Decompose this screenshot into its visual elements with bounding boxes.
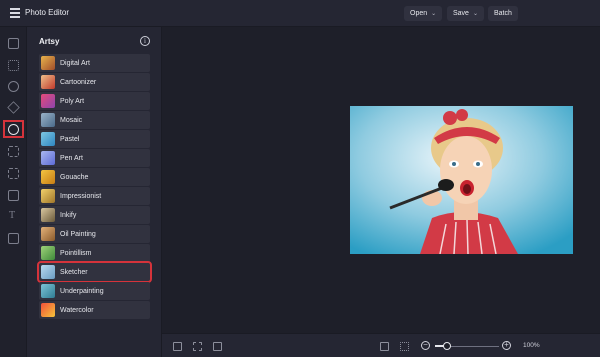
- impressionist-thumbnail: [41, 189, 55, 203]
- effect-item-digital-art[interactable]: Digital Art: [39, 54, 150, 72]
- compare-icon[interactable]: [193, 342, 202, 351]
- overlay-tool-icon[interactable]: [8, 146, 19, 157]
- effect-item-impressionist[interactable]: Impressionist: [39, 187, 150, 205]
- inkify-thumbnail: [41, 208, 55, 222]
- artsy-tool-highlight: [3, 120, 24, 138]
- effect-item-pointillism[interactable]: Pointillism: [39, 244, 150, 262]
- pointillism-thumbnail: [41, 246, 55, 260]
- info-icon[interactable]: i: [140, 36, 150, 46]
- chevron-down-icon: ⌄: [472, 11, 478, 17]
- underpainting-thumbnail: [41, 284, 55, 298]
- woman-applying-makeup-image: [350, 106, 573, 254]
- zoom-level: 100%: [523, 342, 540, 349]
- effect-item-underpainting[interactable]: Underpainting: [39, 282, 150, 300]
- save-button-label: Save: [453, 10, 469, 17]
- photo-editor-app: Photo Editor Open ⌄ Save ⌄ Batch T Artsy i: [0, 0, 600, 357]
- effect-label: Underpainting: [60, 287, 104, 295]
- watercolor-thumbnail: [41, 303, 55, 317]
- zoom-out-icon[interactable]: −: [421, 341, 430, 350]
- effect-item-sketcher[interactable]: Sketcher: [37, 261, 152, 283]
- effect-item-pen-art[interactable]: Pen Art: [39, 149, 150, 167]
- effects-list: Digital Art Cartoonizer Poly Art Mosaic …: [37, 54, 152, 320]
- layers-icon[interactable]: [173, 342, 182, 351]
- batch-button-label: Batch: [494, 10, 512, 17]
- effect-label: Mosaic: [60, 116, 83, 124]
- hamburger-menu-icon[interactable]: [10, 8, 20, 18]
- effect-item-pastel[interactable]: Pastel: [39, 130, 150, 148]
- fit-screen-icon[interactable]: [380, 342, 389, 351]
- zoom-in-icon[interactable]: +: [502, 341, 511, 350]
- fullscreen-icon[interactable]: [400, 342, 409, 351]
- effect-item-watercolor[interactable]: Watercolor: [39, 301, 150, 319]
- touch-up-tool-icon[interactable]: [7, 101, 20, 114]
- layers-tool-icon[interactable]: [8, 233, 19, 244]
- canvas-photo[interactable]: [350, 106, 573, 254]
- save-button[interactable]: Save ⌄: [447, 6, 484, 21]
- poly-art-thumbnail: [41, 94, 55, 108]
- open-button[interactable]: Open ⌄: [404, 6, 443, 21]
- effect-label: Inkify: [60, 211, 77, 219]
- batch-button[interactable]: Batch: [488, 6, 518, 21]
- effect-item-cartoonizer[interactable]: Cartoonizer: [39, 73, 150, 91]
- adjust-tool-icon[interactable]: [8, 60, 19, 71]
- tool-rail: T: [0, 27, 27, 357]
- frames-tool-icon[interactable]: [8, 168, 19, 179]
- artsy-panel: Artsy i Digital Art Cartoonizer Poly Art…: [27, 27, 162, 357]
- effect-label: Pastel: [60, 135, 80, 143]
- effect-item-gouache[interactable]: Gouache: [39, 168, 150, 186]
- effect-label: Cartoonizer: [60, 78, 97, 86]
- effect-label: Pen Art: [60, 154, 83, 162]
- pastel-thumbnail: [41, 132, 55, 146]
- bottom-toolbar: − + 100%: [162, 333, 600, 357]
- effect-label: Gouache: [60, 173, 89, 181]
- top-bar: Photo Editor Open ⌄ Save ⌄ Batch: [0, 0, 600, 27]
- crop-tool-icon[interactable]: [8, 38, 19, 49]
- effect-item-inkify[interactable]: Inkify: [39, 206, 150, 224]
- oil-painting-thumbnail: [41, 227, 55, 241]
- grid-icon[interactable]: [213, 342, 222, 351]
- zoom-slider-handle[interactable]: [443, 342, 451, 350]
- open-button-label: Open: [410, 10, 428, 17]
- gouache-thumbnail: [41, 170, 55, 184]
- app-title: Photo Editor: [25, 8, 70, 17]
- effect-label: Poly Art: [60, 97, 85, 105]
- effect-label: Impressionist: [60, 192, 102, 200]
- effect-label: Oil Painting: [60, 230, 96, 238]
- effect-label: Sketcher: [60, 268, 88, 276]
- effect-item-oil-painting[interactable]: Oil Painting: [39, 225, 150, 243]
- canvas-area: [162, 27, 600, 333]
- effect-item-poly-art[interactable]: Poly Art: [39, 92, 150, 110]
- cartoonizer-thumbnail: [41, 75, 55, 89]
- effect-label: Pointillism: [60, 249, 92, 257]
- sketcher-thumbnail: [41, 265, 55, 279]
- mosaic-thumbnail: [41, 113, 55, 127]
- pen-art-thumbnail: [41, 151, 55, 165]
- text-tool-icon[interactable]: T: [9, 210, 15, 221]
- effect-label: Digital Art: [60, 59, 90, 67]
- effects-tool-icon[interactable]: [8, 81, 19, 92]
- effect-item-mosaic[interactable]: Mosaic: [39, 111, 150, 129]
- chevron-down-icon: ⌄: [431, 11, 437, 17]
- digital-art-thumbnail: [41, 56, 55, 70]
- panel-title: Artsy: [39, 37, 60, 46]
- graphics-tool-icon[interactable]: [8, 190, 19, 201]
- effect-label: Watercolor: [60, 306, 94, 314]
